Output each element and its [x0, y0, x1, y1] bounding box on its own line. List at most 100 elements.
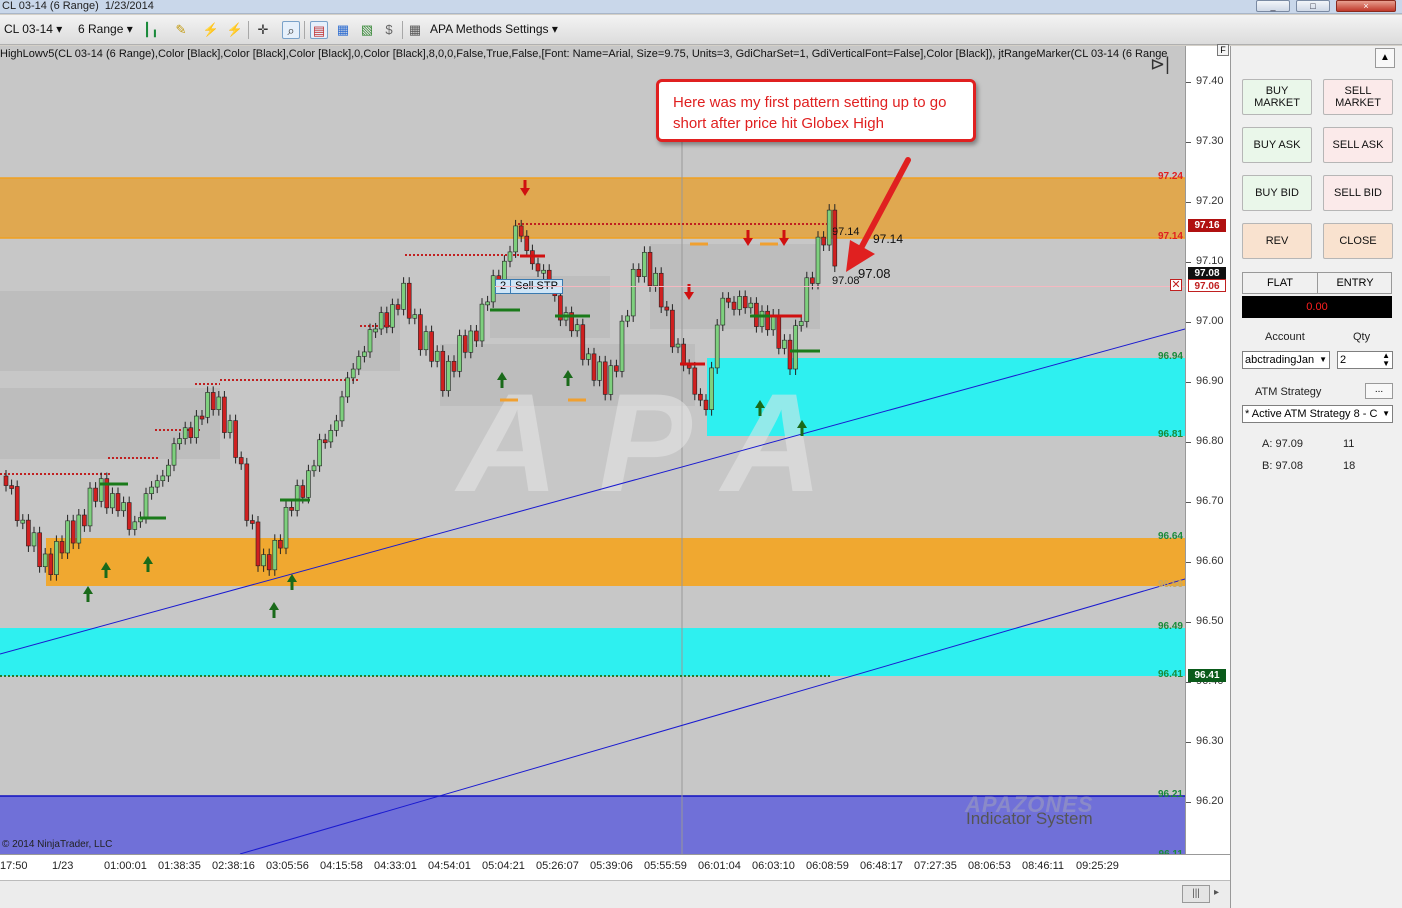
close-window-button[interactable]: ×: [1336, 0, 1396, 12]
toolbar-divider: [304, 21, 305, 39]
price-marker-box: 97.06: [1188, 279, 1226, 292]
zone-price-label: 96.41: [1157, 669, 1183, 680]
candle-body: [350, 368, 356, 379]
candle-body: [93, 487, 98, 502]
time-tick: 08:46:11: [1022, 860, 1065, 872]
candle-body: [356, 356, 362, 370]
candle-body: [709, 367, 714, 410]
candle-body: [518, 225, 524, 237]
price-tick: 97.40: [1196, 75, 1224, 87]
chart-trader-icon[interactable]: ▤: [310, 21, 328, 39]
candle-body: [440, 350, 446, 392]
sell-ask-button[interactable]: SELL ASK: [1323, 127, 1393, 163]
candle-body: [630, 268, 636, 317]
atm-strategy-button[interactable]: ...: [1365, 383, 1393, 399]
price-axis[interactable]: F 97.40 97.30 97.20 97.10 97.00 96.90 96.80 96.…: [1185, 44, 1230, 854]
qty-value: 2: [1340, 354, 1347, 366]
candle-body: [367, 329, 373, 353]
crosshair-icon[interactable]: ✛: [254, 21, 272, 39]
horizontal-scrollbar[interactable]: ||| ▸: [0, 880, 1230, 908]
time-tick: 05:39:06: [590, 860, 633, 872]
candle-body: [765, 310, 770, 331]
scrollbar-thumb[interactable]: |||: [1182, 885, 1210, 903]
pnl-display: 0.00: [1242, 296, 1392, 318]
zone-price-label: 97.24: [1157, 171, 1183, 182]
close-position-button[interactable]: CLOSE: [1323, 223, 1393, 259]
candle-body: [98, 478, 104, 502]
time-tick: 02:38:16: [212, 860, 255, 872]
candle-body: [272, 540, 278, 571]
collapse-panel-button[interactable]: ▲: [1375, 48, 1395, 68]
congestion-box: [0, 388, 220, 459]
candle-body: [675, 343, 681, 348]
price-tick: 97.30: [1196, 135, 1224, 147]
strategy-icon[interactable]: ⚡: [226, 21, 244, 39]
candle-body: [703, 399, 709, 410]
candle-body: [289, 507, 294, 511]
atm-strategy-value: * Active ATM Strategy 8 - C: [1245, 408, 1378, 420]
candle-body: [462, 335, 468, 353]
time-axis: 17:50 1/23 01:00:01 01:38:35 02:38:16 03:05:5…: [0, 854, 1230, 880]
draw-pencil-icon[interactable]: ✎: [172, 21, 190, 39]
candle-body: [177, 438, 182, 445]
chart-toolbar: CL 03-14 ▾ 6 Range ▾ ┃╻ ✎ ⚡ ⚡ ✛ ⌕ ▤ ▦ ▧ …: [0, 15, 1402, 45]
buy-ask-button[interactable]: BUY ASK: [1242, 127, 1312, 163]
candle-body: [681, 343, 686, 366]
candle-body: [468, 330, 474, 353]
period-selector[interactable]: 6 Range ▾: [78, 22, 133, 36]
tick-mark: [1186, 502, 1191, 503]
time-tick: 01:38:35: [158, 860, 201, 872]
candle-body: [322, 439, 328, 444]
sell-market-button[interactable]: SELL MARKET: [1323, 79, 1393, 115]
candle-body: [87, 487, 93, 527]
zoom-icon[interactable]: ⌕: [282, 21, 300, 39]
congestion-box: [0, 291, 400, 371]
quantity-stepper[interactable]: 2 ▲ ▼: [1337, 351, 1393, 369]
zone-price-label: 96.56: [1157, 579, 1183, 590]
reverse-button[interactable]: REV: [1242, 223, 1312, 259]
price-tick: 96.70: [1196, 495, 1224, 507]
price-chart[interactable]: APA HighLowv5(CL 03-14 (6 Range),Color […: [0, 46, 1185, 854]
apa-methods-settings-menu[interactable]: APA Methods Settings ▾: [430, 22, 558, 36]
candle-body: [434, 350, 440, 362]
entry-label: ENTRY: [1336, 277, 1374, 289]
candle-body: [210, 392, 216, 410]
candle-body: [614, 365, 619, 372]
candlestick-style-icon[interactable]: ┃╻: [142, 21, 160, 39]
candle-body: [580, 324, 586, 360]
candle-body: [328, 430, 334, 443]
candle-body: [76, 514, 82, 544]
price-tick: 96.90: [1196, 375, 1224, 387]
candle-body: [199, 415, 205, 420]
candle-body: [154, 480, 160, 488]
data-box-icon[interactable]: $: [380, 21, 398, 39]
ask-price-label: A: 97.09: [1262, 438, 1303, 450]
maximize-button[interactable]: □: [1296, 0, 1330, 12]
account-select[interactable]: abctradingJan ▼: [1242, 351, 1330, 369]
candle-body: [401, 282, 406, 310]
properties-icon[interactable]: ▦: [334, 21, 352, 39]
scroll-right-icon[interactable]: ▸: [1214, 887, 1219, 898]
scroll-to-end-icon[interactable]: ⊳|: [1150, 54, 1170, 75]
add-indicator-icon[interactable]: ⚡: [202, 21, 220, 39]
buy-bid-button[interactable]: BUY BID: [1242, 175, 1312, 211]
template-icon[interactable]: ▦: [406, 21, 424, 39]
chart-icon[interactable]: ▧: [358, 21, 376, 39]
zone-price-label: 97.14: [1157, 231, 1183, 242]
minimize-button[interactable]: _: [1256, 0, 1290, 12]
time-tick: 05:04:21: [482, 860, 525, 872]
candle-body: [121, 502, 126, 512]
period-label: 6 Range: [78, 22, 124, 36]
cancel-order-icon[interactable]: ✕: [1170, 279, 1182, 291]
candle-body: [787, 339, 793, 370]
chart-fit-icon[interactable]: F: [1217, 44, 1229, 56]
candle-body: [647, 251, 653, 287]
atm-strategy-select[interactable]: * Active ATM Strategy 8 - C ▼: [1242, 405, 1393, 423]
sell-bid-button[interactable]: SELL BID: [1323, 175, 1393, 211]
candle-body: [726, 297, 731, 303]
buy-market-button[interactable]: BUY MARKET: [1242, 79, 1312, 115]
instrument-selector[interactable]: CL 03-14 ▾: [4, 22, 62, 36]
title-bar: CL 03-14 (6 Range) 1/23/2014 _ □ ×: [0, 0, 1402, 14]
candle-body: [378, 312, 384, 330]
candle-body: [317, 439, 322, 467]
